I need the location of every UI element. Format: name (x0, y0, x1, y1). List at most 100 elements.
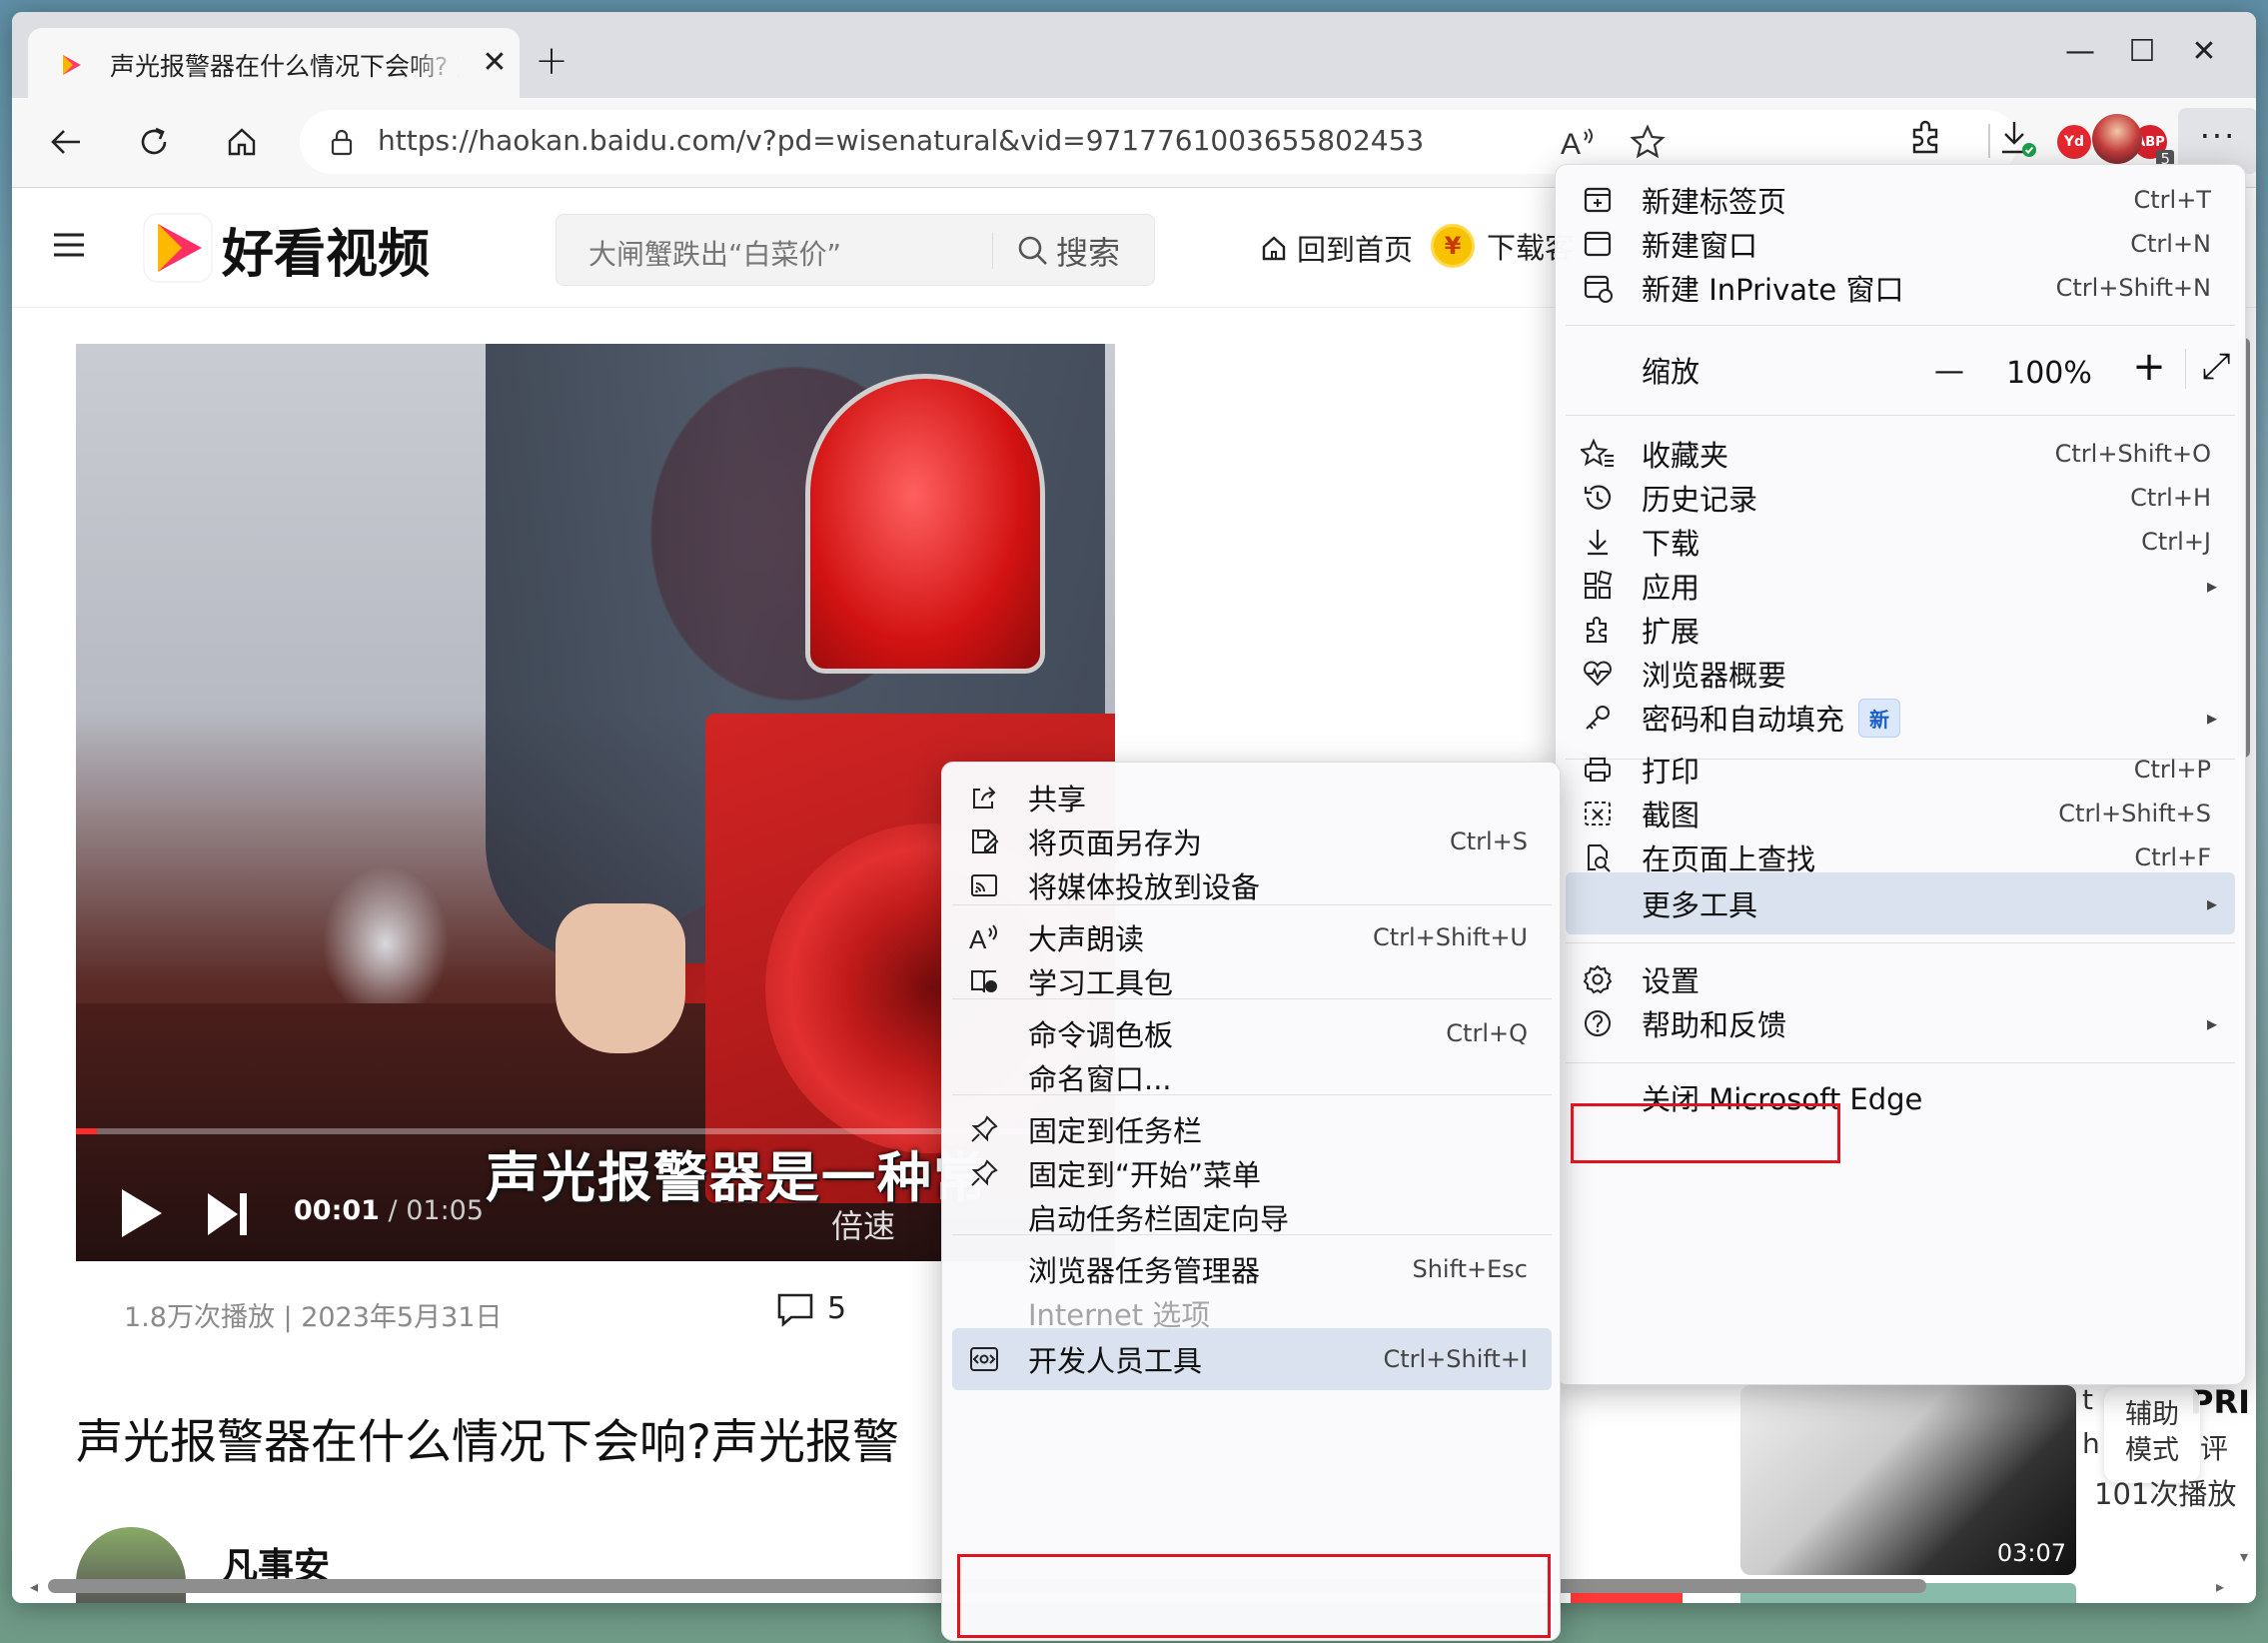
scroll-down-arrow-icon[interactable]: ▾ (2234, 1547, 2254, 1567)
comment-count: 5 (827, 1291, 847, 1326)
menu-separator (1566, 415, 2235, 416)
menu-separator (1566, 1062, 2235, 1063)
inprivate-icon (1578, 268, 1618, 308)
minimize-button[interactable]: — (2050, 32, 2110, 72)
help-icon (1578, 1003, 1618, 1043)
profile-avatar[interactable] (2092, 114, 2142, 164)
svg-text:A: A (1561, 128, 1581, 160)
playback-speed-button[interactable]: 倍速 (831, 1201, 895, 1245)
video-frame-siren (805, 374, 1045, 674)
zoom-out-button[interactable]: — (1919, 349, 1979, 393)
menu-item-shortcut: Ctrl+N (2130, 230, 2211, 258)
svg-text:A: A (969, 924, 987, 953)
video-title: 声光报警器在什么情况下会响?声光报警 (76, 1415, 899, 1470)
menu-item-label: 缩放 (1642, 355, 1701, 389)
recommended-video-views: 101次播放 (2094, 1477, 2237, 1511)
search-input[interactable]: 大闸蟹跌出“白菜价” (588, 233, 841, 271)
tab-active[interactable]: 声光报警器在什么情况下会响? 声 ✕ (28, 28, 520, 98)
menu-item-help-feedback[interactable]: 帮助和反馈 ▸ (1566, 992, 2235, 1054)
favorite-star-icon[interactable] (1629, 124, 1667, 160)
menu-item-label: 命名窗口... (1028, 1062, 1172, 1096)
menu-item-label: 学习工具包 (1028, 966, 1174, 1000)
find-page-icon (1578, 837, 1618, 877)
search-button[interactable]: 搜索 (1016, 227, 1146, 275)
chevron-right-icon: ▸ (2206, 891, 2217, 915)
more-tools-placeholder-icon (1578, 883, 1618, 923)
extensions-puzzle-icon[interactable] (1904, 116, 1946, 158)
play-icon[interactable] (116, 1185, 166, 1241)
video-time: 00:01 / 01:05 (294, 1195, 484, 1235)
menu-separator (952, 1094, 1552, 1095)
recommended-side-char-3: 评 (2200, 1432, 2229, 1465)
tab-title: 声光报警器在什么情况下会响? 声 (110, 52, 460, 81)
menu-item-shortcut: Ctrl+P (2133, 756, 2211, 784)
menu-item-label: 启动任务栏固定向导 (1028, 1202, 1290, 1236)
menu-item-shortcut: Ctrl+H (2130, 484, 2211, 512)
lock-icon[interactable] (326, 126, 358, 158)
menu-item-shortcut: Ctrl+J (2141, 528, 2211, 556)
menu-separator (952, 904, 1552, 905)
home-button[interactable] (212, 112, 272, 172)
back-to-home-link[interactable]: 回到首页 (1259, 228, 1413, 268)
coin-icon: ¥ (1431, 224, 1475, 268)
key-icon (1578, 698, 1618, 738)
comment-icon[interactable] (775, 1289, 815, 1329)
menu-item-label: 密码和自动填充 (1642, 703, 1845, 737)
site-search-box[interactable]: 大闸蟹跌出“白菜价” 搜索 (556, 214, 1155, 286)
menu-item-shortcut: Ctrl+Shift+S (2058, 800, 2211, 827)
maximize-button[interactable]: ☐ (2112, 32, 2172, 72)
refresh-icon (141, 127, 167, 155)
search-divider (992, 233, 993, 269)
cast-icon (964, 865, 1004, 905)
zoom-placeholder-icon (1578, 350, 1618, 390)
downloads-icon[interactable] (1994, 116, 2040, 162)
menu-item-shortcut: Ctrl+F (2134, 843, 2211, 871)
zoom-in-button[interactable]: + (2119, 344, 2179, 390)
menu-item-label: 新建 InPrivate 窗口 (1642, 273, 1904, 307)
menu-item-label: 将媒体投放到设备 (1028, 870, 1261, 904)
new-tab-button[interactable]: + (532, 41, 571, 82)
menu-separator (952, 998, 1552, 999)
scroll-left-arrow-icon[interactable]: ◂ (24, 1577, 44, 1597)
search-icon (1018, 236, 1047, 265)
fullscreen-icon[interactable]: ⤢ (2191, 345, 2241, 389)
menu-item-shortcut: Ctrl+Q (1446, 1019, 1528, 1047)
recommended-video-duration: 03:07 (1996, 1539, 2066, 1567)
haokan-logo-icon[interactable] (142, 212, 214, 284)
video-frame-hand (556, 903, 685, 1053)
menu-item-more-tools[interactable]: 更多工具 ▸ (1566, 872, 2235, 934)
menu-item-new-inprivate[interactable]: 新建 InPrivate 窗口 Ctrl+Shift+N (1566, 257, 2235, 319)
tab-close-icon[interactable]: ✕ (478, 46, 512, 80)
menu-item-label: 更多工具 (1642, 888, 1758, 922)
download-app-link[interactable]: ¥ 下载客 (1431, 220, 1574, 272)
settings-menu: 新建标签页 Ctrl+T 新建窗口 Ctrl+N 新建 InPrivate 窗口… (1555, 164, 2246, 1385)
menu-item-shortcut: Ctrl+Shift+U (1372, 923, 1528, 951)
internet-options-placeholder-icon (964, 1293, 1004, 1333)
dev-tools-icon (964, 1339, 1004, 1379)
zoom-divider (2185, 349, 2186, 389)
close-window-button[interactable]: ✕ (2174, 32, 2234, 72)
hamburger-menu-icon[interactable] (52, 228, 86, 262)
video-total-time: 01:05 (406, 1195, 485, 1226)
chevron-right-icon: ▸ (2206, 706, 2217, 730)
menu-item-label: 帮助和反馈 (1642, 1008, 1787, 1042)
haokan-favicon-icon (63, 55, 81, 75)
scroll-right-arrow-icon[interactable]: ▸ (2210, 1577, 2230, 1597)
url-text[interactable]: https://haokan.baidu.com/v?pd=wisenatura… (378, 124, 1424, 160)
back-button[interactable] (36, 112, 96, 172)
home-outline-icon (1262, 236, 1286, 261)
menu-item-close-edge[interactable]: 关闭 Microsoft Edge (1566, 1066, 2235, 1128)
recommended-video-thumbnail[interactable]: 03:07 (1740, 1385, 2076, 1575)
learning-toolkit-icon (964, 961, 1004, 1001)
pin-wizard-placeholder-icon (964, 1197, 1004, 1237)
title-bar: 声光报警器在什么情况下会响? 声 ✕ + — ☐ ✕ (12, 12, 2256, 98)
assist-mode-button[interactable]: 辅助 模式 (2104, 1387, 2200, 1483)
next-video-icon[interactable] (202, 1189, 252, 1239)
video-stats: 1.8万次播放 | 2023年5月31日 (124, 1302, 503, 1333)
home-icon (228, 128, 256, 156)
chevron-right-icon: ▸ (2206, 574, 2217, 598)
read-aloud-icon[interactable]: A (1559, 124, 1597, 160)
refresh-button[interactable] (124, 112, 184, 172)
site-name[interactable]: 好看视频 (222, 212, 430, 285)
submenu-item-dev-tools[interactable]: 开发人员工具 Ctrl+Shift+I (952, 1328, 1552, 1390)
